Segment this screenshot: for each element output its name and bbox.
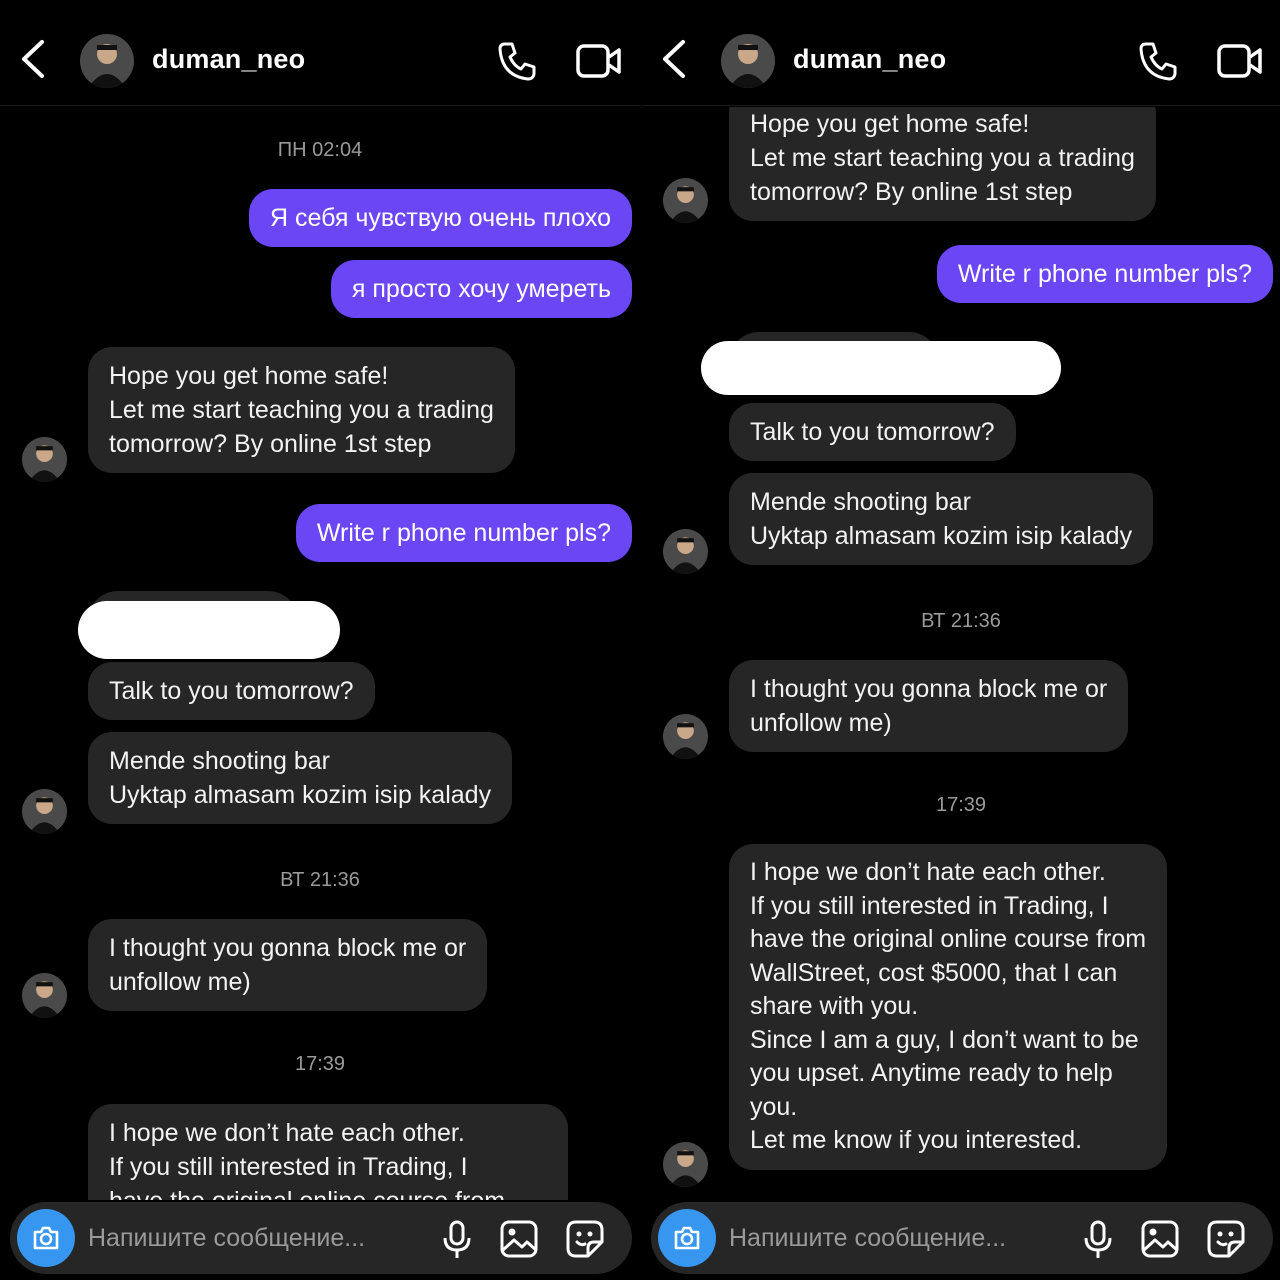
message-input[interactable]: Напишите сообщение... [729, 1224, 1006, 1253]
message-composer: Напишите сообщение... [10, 1202, 632, 1274]
outgoing-message[interactable]: Write r phone number pls? [936, 245, 1273, 303]
incoming-message[interactable]: I thought you gonna block me or unfollow … [729, 660, 1129, 752]
sticker-icon[interactable] [1207, 1220, 1245, 1258]
avatar[interactable] [80, 34, 134, 88]
chat-header: duman_neo [641, 0, 1280, 106]
sender-avatar [663, 714, 708, 759]
gallery-icon[interactable] [500, 1220, 538, 1258]
timestamp: ВТ 21:36 [921, 610, 1001, 632]
chat-username[interactable]: duman_neo [793, 44, 946, 75]
timestamp: 17:39 [935, 794, 987, 816]
message-composer: Напишите сообщение... [651, 1202, 1273, 1274]
redaction-mark [78, 601, 340, 659]
message-list[interactable]: ПН 02:04 Я себя чувствую очень плохо я п… [0, 107, 640, 1200]
video-camera-icon[interactable] [1217, 42, 1263, 80]
chevron-left-icon[interactable] [659, 38, 689, 80]
sender-avatar [663, 178, 708, 223]
chat-panel-right: duman_neo Hope you get home safe! Let me … [641, 0, 1280, 1280]
timestamp: ВТ 21:36 [280, 869, 360, 891]
incoming-message[interactable]: I thought you gonna block me or unfollow … [88, 919, 488, 1011]
sender-avatar [22, 437, 67, 482]
camera-icon [674, 1226, 700, 1250]
incoming-message[interactable]: Talk to you tomorrow? [729, 403, 1016, 461]
microphone-icon[interactable] [1081, 1220, 1115, 1260]
message-list[interactable]: Hope you get home safe! Let me start teac… [641, 107, 1280, 1200]
timestamp: ПН 02:04 [277, 139, 363, 161]
microphone-icon[interactable] [440, 1220, 474, 1260]
message-input[interactable]: Напишите сообщение... [88, 1224, 365, 1253]
outgoing-message[interactable]: Write r phone number pls? [295, 504, 632, 562]
outgoing-message[interactable]: Я себя чувствую очень плохо [249, 189, 632, 247]
sender-avatar [22, 789, 67, 834]
avatar[interactable] [721, 34, 775, 88]
video-camera-icon[interactable] [576, 42, 622, 80]
incoming-message[interactable]: I hope we don’t hate each other. If you s… [88, 1104, 568, 1200]
timestamp: 17:39 [294, 1053, 346, 1075]
incoming-message[interactable]: Talk to you tomorrow? [88, 662, 375, 720]
sender-avatar [663, 1142, 708, 1187]
gallery-icon[interactable] [1141, 1220, 1179, 1258]
incoming-message[interactable]: Mende shooting bar Uyktap almasam kozim i… [729, 473, 1154, 565]
sender-avatar [22, 973, 67, 1018]
phone-icon[interactable] [496, 40, 538, 82]
camera-button[interactable] [17, 1209, 75, 1267]
phone-icon[interactable] [1137, 40, 1179, 82]
chat-header: duman_neo [0, 0, 640, 106]
outgoing-message[interactable]: я просто хочу умереть [330, 260, 632, 318]
incoming-message[interactable]: Hope you get home safe! Let me start teac… [88, 347, 515, 473]
camera-button[interactable] [658, 1209, 716, 1267]
sender-avatar [663, 529, 708, 574]
sticker-icon[interactable] [566, 1220, 604, 1258]
incoming-message[interactable]: Hope you get home safe! Let me start teac… [729, 107, 1156, 221]
chat-panel-left: duman_neo ПН 02:04 Я себя чувствую очень… [0, 0, 640, 1280]
chat-username[interactable]: duman_neo [152, 44, 305, 75]
chevron-left-icon[interactable] [18, 38, 48, 80]
incoming-message[interactable]: I hope we don’t hate each other. If you … [729, 844, 1168, 1170]
incoming-message[interactable]: Mende shooting bar Uyktap almasam kozim i… [88, 732, 513, 824]
camera-icon [33, 1226, 59, 1250]
redaction-mark [701, 341, 1061, 395]
